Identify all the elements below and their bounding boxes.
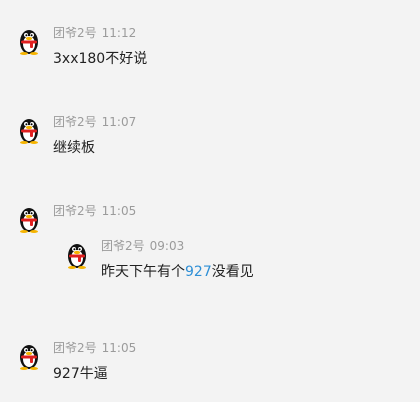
qq-penguin-icon[interactable] <box>17 205 41 233</box>
quoted-sender-name[interactable]: 团爷2号 <box>101 239 145 253</box>
sender-name[interactable]: 团爷2号 <box>53 115 97 129</box>
qq-penguin-icon[interactable] <box>17 27 41 55</box>
message-time: 11:07 <box>101 115 137 129</box>
sender-name[interactable]: 团爷2号 <box>53 26 97 40</box>
quoted-message[interactable]: 团爷2号 09:03 昨天下午有个927没看见 <box>58 227 358 287</box>
message-time: 11:05 <box>101 204 137 218</box>
qq-penguin-icon[interactable] <box>17 116 41 144</box>
chat-history: 团爷2号 11:12 3xx180不好说 团爷2号 11:07 继续板 团爷2号… <box>0 0 420 402</box>
sender-name[interactable]: 团爷2号 <box>53 204 97 218</box>
quoted-meta: 团爷2号 09:03 <box>101 239 184 253</box>
message-meta: 团爷2号 11:05 <box>53 204 136 218</box>
message-time: 11:12 <box>101 26 137 40</box>
message-meta: 团爷2号 11:07 <box>53 115 136 129</box>
quoted-text: 昨天下午有个927没看见 <box>101 263 254 281</box>
message-text: 继续板 <box>53 140 95 156</box>
sender-name[interactable]: 团爷2号 <box>53 341 97 355</box>
quoted-text-after: 没看见 <box>211 264 254 280</box>
quoted-time: 09:03 <box>149 239 185 253</box>
message-text: 3xx180不好说 <box>53 51 148 67</box>
quoted-text-before: 昨天下午有个 <box>101 264 185 280</box>
quoted-text-highlight[interactable]: 927 <box>185 264 212 280</box>
qq-penguin-icon[interactable] <box>17 342 41 370</box>
message-time: 11:05 <box>101 341 137 355</box>
message-meta: 团爷2号 11:12 <box>53 26 136 40</box>
message-text: 927牛逼 <box>53 366 108 382</box>
qq-penguin-icon[interactable] <box>65 241 89 269</box>
message-meta: 团爷2号 11:05 <box>53 341 136 355</box>
